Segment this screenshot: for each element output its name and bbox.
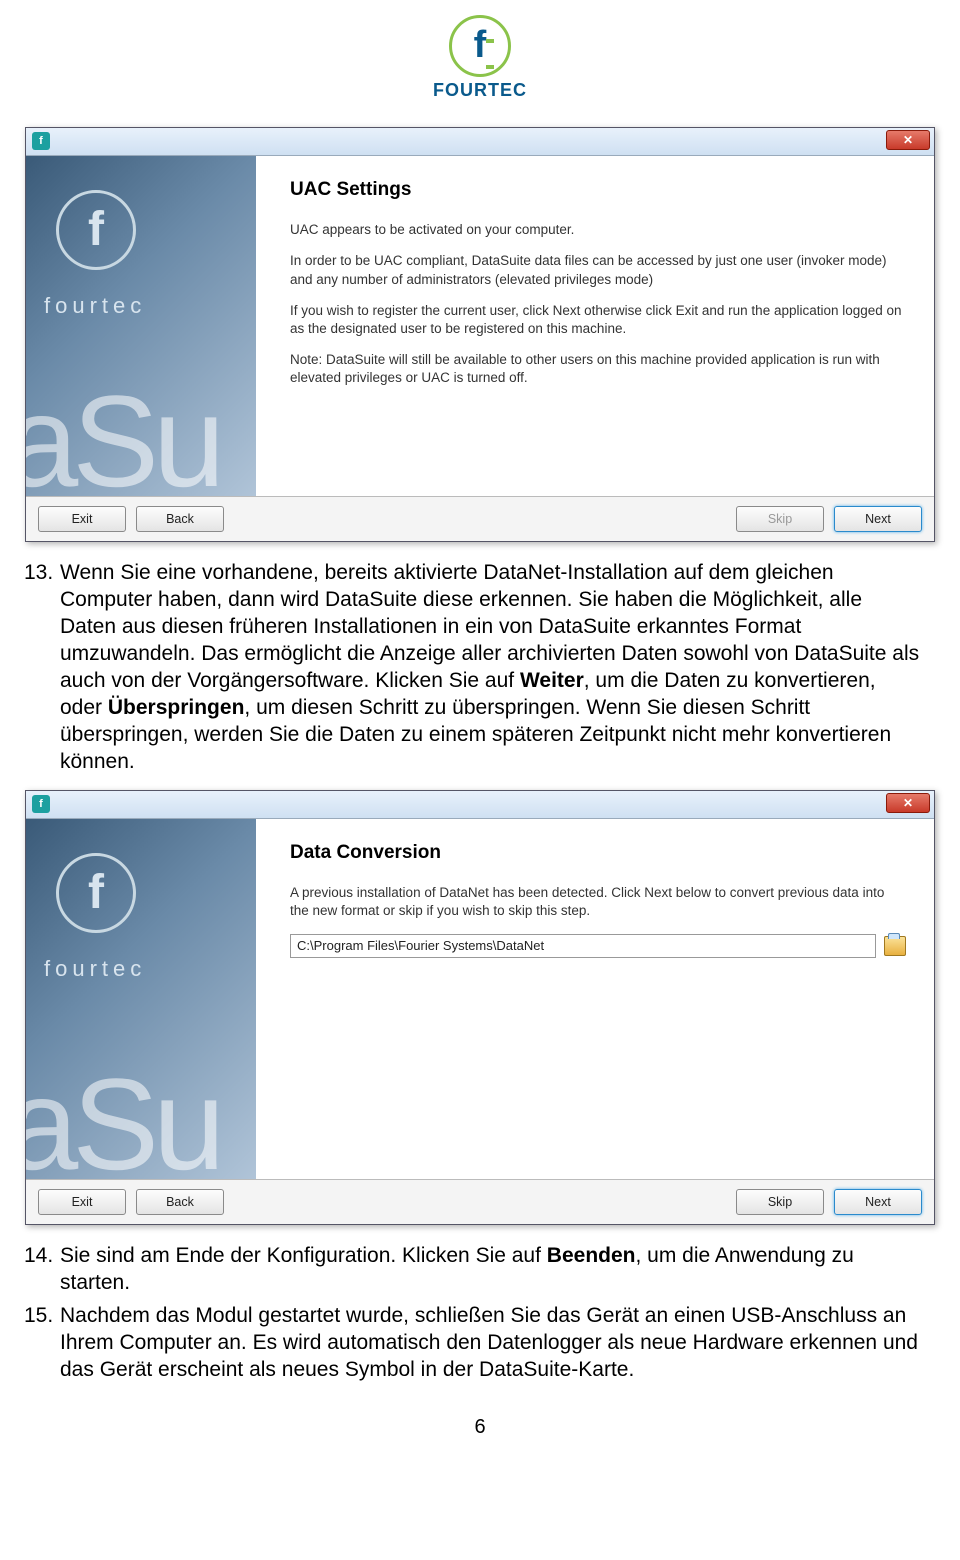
brand-name: FOURTEC [0, 79, 960, 102]
dialog-text: UAC appears to be activated on your comp… [290, 221, 906, 239]
path-input[interactable] [290, 934, 876, 958]
sidebar-brand-text: fourtec [44, 292, 146, 321]
close-button[interactable]: ✕ [886, 793, 930, 813]
dialog-sidebar-graphic: f fourtec aSu [26, 156, 256, 496]
sidebar-bg-text: aSu [26, 1040, 219, 1179]
exit-button[interactable]: Exit [38, 506, 126, 532]
dialog-text: A previous installation of DataNet has b… [290, 884, 906, 920]
app-icon: f [32, 132, 50, 150]
dialog-heading: Data Conversion [290, 841, 906, 866]
next-button[interactable]: Next [834, 1189, 922, 1215]
browse-folder-icon[interactable] [884, 936, 906, 956]
dialog-text: In order to be UAC compliant, DataSuite … [290, 252, 906, 288]
back-button[interactable]: Back [136, 506, 224, 532]
sidebar-bg-text: aSu [26, 357, 219, 496]
dialog-heading: UAC Settings [290, 178, 906, 203]
titlebar: f ✕ [26, 128, 934, 156]
dialog-sidebar-graphic: f fourtec aSu [26, 819, 256, 1179]
page-number: 6 [0, 1414, 960, 1440]
brand-logo-icon: f [449, 15, 511, 77]
data-conversion-dialog: f ✕ f fourtec aSu Data Conversion A prev… [25, 790, 935, 1225]
instruction-step-13: 13. Wenn Sie eine vorhandene, bereits ak… [60, 560, 920, 775]
next-button[interactable]: Next [834, 506, 922, 532]
step-number: 14. [24, 1243, 60, 1297]
dialog-text: Note: DataSuite will still be available … [290, 351, 906, 387]
step-text: Sie sind am Ende der Konfiguration. Klic… [60, 1243, 920, 1297]
step-text: Wenn Sie eine vorhandene, bereits aktivi… [60, 560, 920, 775]
step-number: 13. [24, 560, 60, 775]
skip-button: Skip [736, 506, 824, 532]
sidebar-brand-text: fourtec [44, 955, 146, 984]
titlebar: f ✕ [26, 791, 934, 819]
dialog-footer: Exit Back Skip Next [26, 496, 934, 541]
step-number: 15. [24, 1303, 60, 1384]
uac-settings-dialog: f ✕ f fourtec aSu UAC Settings UAC appea… [25, 127, 935, 542]
dialog-text: If you wish to register the current user… [290, 302, 906, 338]
back-button[interactable]: Back [136, 1189, 224, 1215]
close-button[interactable]: ✕ [886, 130, 930, 150]
skip-button[interactable]: Skip [736, 1189, 824, 1215]
step-text: Nachdem das Modul gestartet wurde, schli… [60, 1303, 920, 1384]
instruction-step-15: 15. Nachdem das Modul gestartet wurde, s… [60, 1303, 920, 1384]
dialog-footer: Exit Back Skip Next [26, 1179, 934, 1224]
page-header: f FOURTEC [0, 0, 960, 112]
exit-button[interactable]: Exit [38, 1189, 126, 1215]
app-icon: f [32, 795, 50, 813]
instruction-step-14: 14. Sie sind am Ende der Konfiguration. … [60, 1243, 920, 1297]
